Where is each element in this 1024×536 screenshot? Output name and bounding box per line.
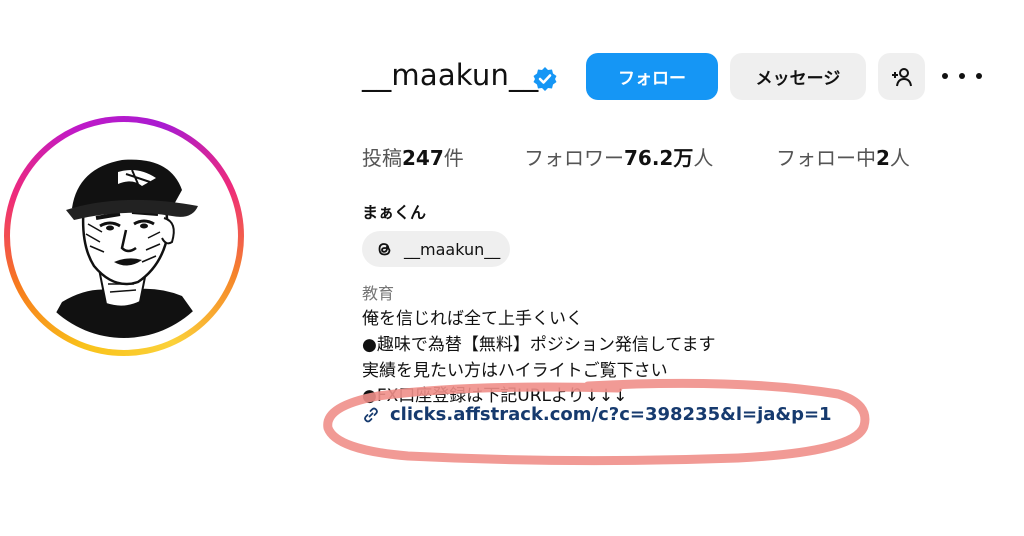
username: __maakun__ bbox=[362, 58, 539, 92]
posts-label: 投稿 bbox=[362, 146, 402, 170]
bio-line: ●FX口座登録は下記URLより↓↓↓ bbox=[362, 386, 628, 406]
avatar-border bbox=[10, 122, 238, 350]
link-icon bbox=[364, 407, 378, 422]
following-unit: 人 bbox=[889, 146, 910, 170]
story-ring[interactable] bbox=[4, 116, 244, 356]
avatar-illustration bbox=[22, 134, 226, 338]
follow-button[interactable]: フォロー bbox=[586, 53, 718, 100]
more-options-icon[interactable] bbox=[942, 64, 982, 88]
bio-line: ●趣味で為替【無料】ポジション発信してます bbox=[362, 335, 716, 355]
bio-link-text[interactable]: clicks.affstrack.com/c?c=398235&l=ja&p=1 bbox=[390, 404, 832, 425]
threads-icon bbox=[378, 243, 391, 256]
following-label: フォロー中 bbox=[776, 146, 876, 170]
verified-badge-icon bbox=[533, 67, 557, 91]
followers-count[interactable]: フォロワー76.2万人 bbox=[524, 142, 713, 171]
threads-badge[interactable]: __maakun__ bbox=[362, 231, 510, 267]
threads-handle: __maakun__ bbox=[404, 239, 501, 259]
followers-label: フォロワー bbox=[524, 146, 624, 170]
bio-line: 実績を見たい方はハイライトご覧下さい bbox=[362, 361, 668, 381]
followers-value: 76.2万 bbox=[624, 146, 694, 170]
message-button[interactable]: メッセージ bbox=[730, 53, 866, 100]
bio-link[interactable]: clicks.affstrack.com/c?c=398235&l=ja&p=1 bbox=[362, 404, 832, 425]
bio-line: 俺を信じれば全て上手くいく bbox=[362, 309, 583, 329]
add-person-icon bbox=[891, 67, 912, 86]
posts-unit: 件 bbox=[443, 146, 464, 170]
avatar[interactable] bbox=[22, 134, 226, 338]
posts-value: 247 bbox=[402, 146, 444, 170]
suggest-accounts-button[interactable] bbox=[878, 53, 925, 100]
following-value: 2 bbox=[876, 146, 890, 170]
followers-unit: 人 bbox=[693, 146, 714, 170]
display-name: まぁくん bbox=[362, 203, 427, 222]
posts-count: 投稿247件 bbox=[362, 142, 464, 171]
following-count[interactable]: フォロー中2人 bbox=[776, 142, 910, 171]
profile-category: 教育 bbox=[362, 284, 395, 303]
